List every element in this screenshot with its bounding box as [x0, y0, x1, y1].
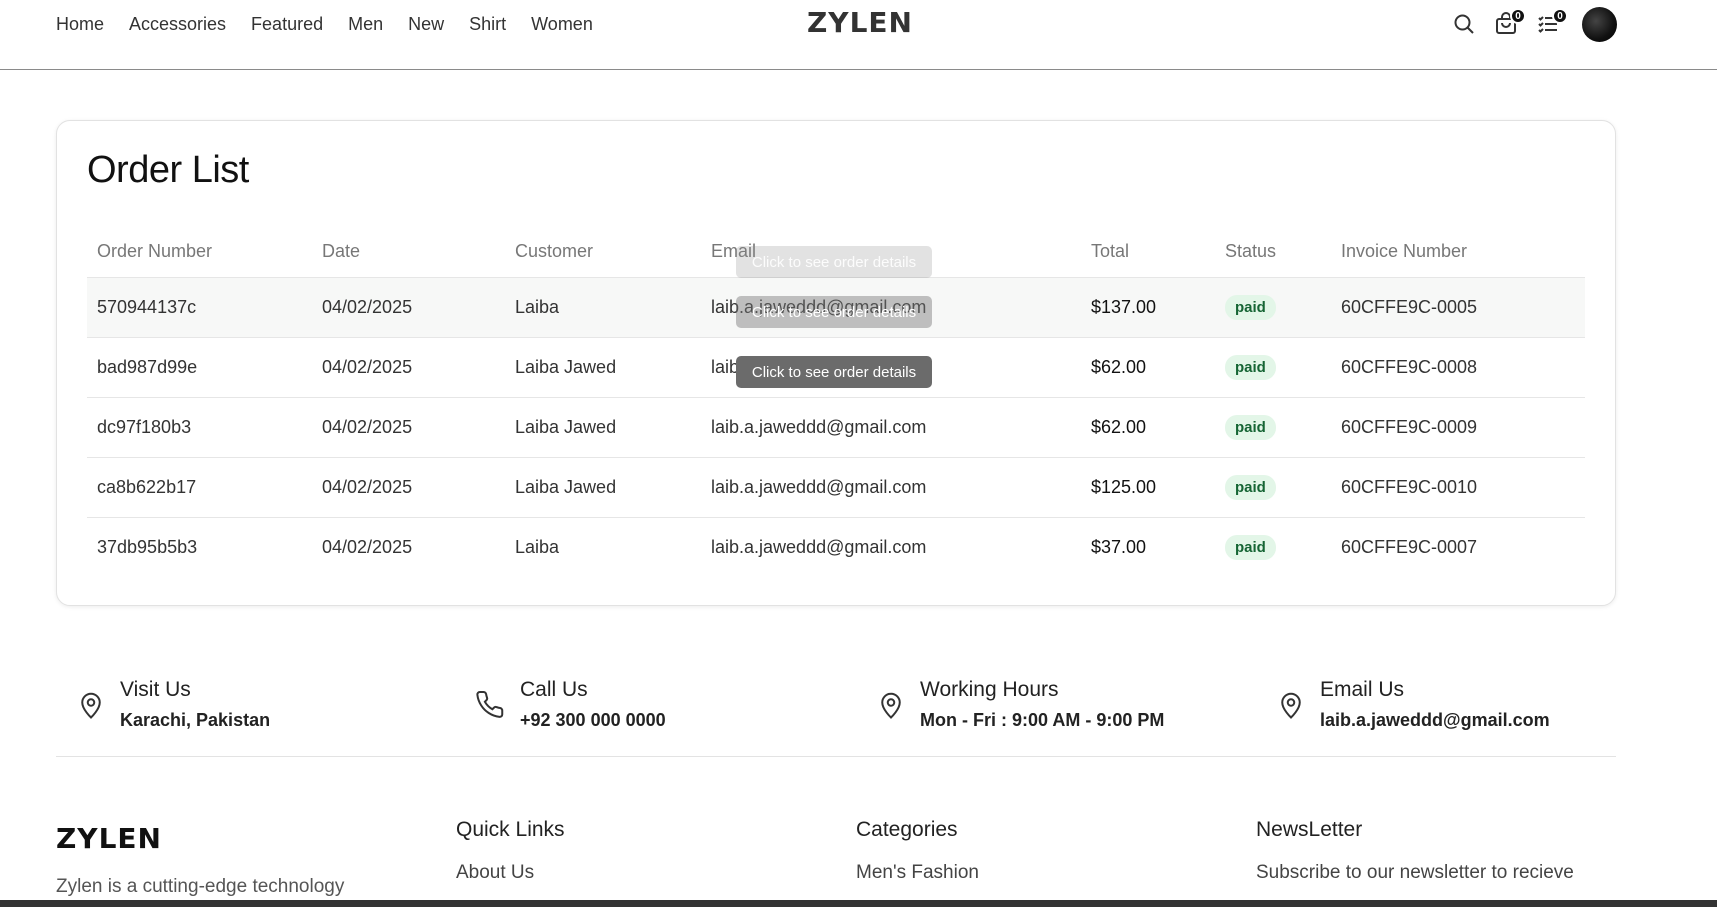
status-badge: paid — [1225, 414, 1276, 440]
order-status-cell: paid — [1215, 337, 1331, 398]
contact-title: Email Us — [1320, 678, 1405, 701]
order-total: $62.00 — [1081, 397, 1215, 458]
order-customer: Laiba Jawed — [505, 397, 701, 458]
table-row[interactable]: dc97f180b3 04/02/2025 Laiba Jawed laib.a… — [87, 397, 1585, 458]
orders-table: Order Number Date Customer Email Total S… — [87, 227, 1585, 577]
order-customer: Laiba — [515, 536, 560, 557]
header-actions: 0 0 — [1450, 6, 1617, 42]
newsletter-text: Subscribe to our newsletter to recieve — [1256, 862, 1574, 883]
newsletter-title: NewsLetter — [1256, 818, 1363, 841]
order-details-tooltip: Click to see order details — [736, 356, 932, 388]
status-badge: paid — [1225, 294, 1276, 320]
order-number: 570944137c — [87, 277, 312, 338]
search-button[interactable] — [1450, 6, 1478, 42]
page-title: Order List — [87, 149, 249, 191]
nav-new[interactable]: New — [408, 12, 444, 36]
col-customer: Customer — [505, 227, 701, 278]
order-status-cell: paid — [1215, 517, 1331, 577]
site-logo[interactable]: ZYLEN — [807, 6, 913, 39]
contact-value: Mon - Fri : 9:00 AM - 9:00 PM — [920, 710, 1165, 730]
order-customer: Laiba Jawed — [505, 337, 701, 398]
contact-value: +92 300 000 0000 — [520, 710, 666, 730]
order-details-tooltip: Click to see order details — [736, 246, 932, 278]
order-number: 37db95b5b3 — [97, 536, 198, 557]
cart-count-badge: 0 — [1510, 8, 1526, 24]
cart-button[interactable]: 0 — [1492, 6, 1526, 42]
order-status-cell: paid — [1215, 397, 1331, 458]
categories-title: Categories — [856, 818, 958, 841]
order-number: bad987d99e — [87, 337, 312, 398]
order-invoice: 60CFFE9C-0008 — [1331, 337, 1585, 398]
search-icon — [1454, 14, 1474, 34]
order-date: 04/02/2025 — [312, 277, 505, 338]
col-status: Status — [1215, 227, 1331, 278]
footer-description: Zylen is a cutting-edge technology — [56, 876, 345, 897]
order-status-cell: paid — [1215, 277, 1331, 338]
footer-newsletter: NewsLetter Subscribe to our newsletter t… — [1256, 818, 1574, 884]
orders-button[interactable]: 0 — [1534, 6, 1568, 42]
order-total: $62.00 — [1081, 337, 1215, 398]
footer-link-mens-fashion[interactable]: Men's Fashion — [856, 862, 979, 884]
order-customer: Laiba — [505, 277, 701, 338]
order-number: dc97f180b3 — [87, 397, 312, 458]
status-badge: paid — [1225, 534, 1276, 560]
order-invoice: 60CFFE9C-0005 — [1331, 277, 1585, 338]
nav-women[interactable]: Women — [531, 12, 593, 36]
order-email: laib.a.jaweddd@gmail.com — [701, 397, 1081, 458]
contact-visit-us: Visit Us Karachi, Pakistan — [76, 676, 270, 736]
phone-icon — [476, 690, 504, 718]
contact-working-hours: Working Hours Mon - Fri : 9:00 AM - 9:00… — [876, 676, 1164, 736]
order-customer: Laiba Jawed — [505, 457, 701, 518]
contact-title: Call Us — [520, 678, 588, 701]
footer-categories: Categories Men's Fashion — [856, 818, 979, 884]
contact-call-us: Call Us +92 300 000 0000 — [476, 676, 666, 736]
nav-home[interactable]: Home — [56, 12, 104, 36]
order-details-tooltip: Click to see order details — [736, 296, 932, 328]
map-pin-icon — [1281, 692, 1301, 719]
user-avatar[interactable] — [1582, 6, 1617, 42]
col-total: Total — [1081, 227, 1215, 278]
col-order-number: Order Number — [87, 227, 312, 278]
status-badge: paid — [1225, 354, 1276, 380]
nav-men[interactable]: Men — [348, 12, 383, 36]
contact-email-us: Email Us laib.a.jaweddd@gmail.com — [1276, 676, 1550, 736]
order-status-cell: paid — [1215, 457, 1331, 518]
order-date: 04/02/2025 — [312, 457, 505, 518]
table-row[interactable]: ca8b622b17 04/02/2025 Laiba Jawed laib.a… — [87, 457, 1585, 518]
table-row[interactable]: 37db95b5b3 04/02/2025 Laiba laib.a.jawed… — [87, 517, 1585, 577]
order-invoice: 60CFFE9C-0007 — [1341, 536, 1478, 557]
order-number: ca8b622b17 — [87, 457, 312, 518]
map-pin-icon — [881, 692, 901, 719]
col-date: Date — [312, 227, 505, 278]
quick-links-title: Quick Links — [456, 818, 565, 841]
main-nav: Home Accessories Featured Men New Shirt … — [56, 12, 618, 36]
footer-quick-links: Quick Links About Us — [456, 818, 565, 884]
nav-shirt[interactable]: Shirt — [469, 12, 506, 36]
order-invoice: 60CFFE9C-0009 — [1331, 397, 1585, 458]
status-badge: paid — [1225, 474, 1276, 500]
order-invoice: 60CFFE9C-0010 — [1331, 457, 1585, 518]
orders-count-badge: 0 — [1552, 8, 1568, 24]
order-total: $137.00 — [1081, 277, 1215, 338]
order-total: $37.00 — [1091, 536, 1147, 557]
order-email: laib.a.jaweddd@gmail.com — [711, 536, 927, 557]
nav-accessories[interactable]: Accessories — [129, 12, 226, 36]
site-header: Home Accessories Featured Men New Shirt … — [0, 0, 1717, 70]
contact-title: Working Hours — [920, 678, 1059, 701]
map-pin-icon — [81, 692, 101, 719]
footer-logo[interactable]: ZYLEN — [56, 822, 162, 855]
order-email: laib.a.jaweddd@gmail.com — [701, 457, 1081, 518]
col-invoice-number: Invoice Number — [1331, 227, 1585, 278]
nav-featured[interactable]: Featured — [251, 12, 323, 36]
footer-link-about-us[interactable]: About Us — [456, 862, 565, 884]
order-total: $125.00 — [1081, 457, 1215, 518]
order-date: 04/02/2025 — [322, 536, 413, 557]
footer-divider — [56, 756, 1616, 757]
contact-value: Karachi, Pakistan — [120, 710, 271, 730]
contact-value: laib.a.jaweddd@gmail.com — [1320, 710, 1550, 730]
contact-title: Visit Us — [120, 678, 191, 701]
window-bottom-bar — [0, 900, 1717, 907]
order-date: 04/02/2025 — [312, 337, 505, 398]
order-date: 04/02/2025 — [312, 397, 505, 458]
